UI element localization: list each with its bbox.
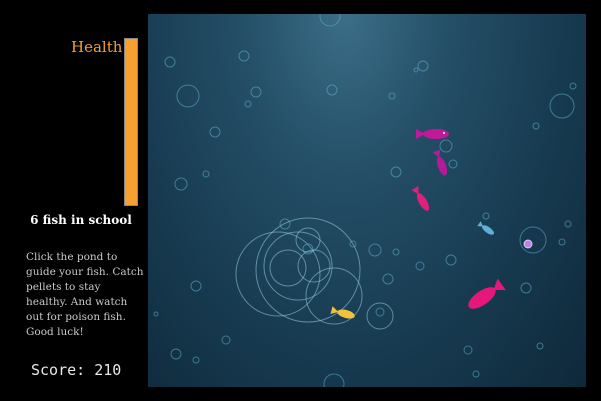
pond-scene <box>153 14 577 387</box>
health-meter <box>124 38 138 206</box>
fish-blue <box>477 221 494 235</box>
fish-magenta-2 <box>432 149 448 176</box>
pond-canvas[interactable] <box>148 14 586 387</box>
pellet <box>523 239 533 249</box>
score-display: Score: 210 <box>31 361 122 379</box>
instructions-text: Click the pond to guide your fish. Catch… <box>26 251 144 338</box>
sidebar: Health 6 fish in school Click the pond t… <box>14 14 148 387</box>
school-fish <box>330 129 506 319</box>
school-count: 6 fish in school <box>30 213 132 227</box>
health-meter-fill <box>125 39 137 205</box>
fish-pink-1 <box>411 186 430 211</box>
ripples <box>235 217 394 330</box>
health-label: Health <box>71 38 123 56</box>
bubbles <box>153 14 577 387</box>
fish-magenta-1 <box>416 129 449 139</box>
game-frame: Health 6 fish in school Click the pond t… <box>14 14 586 387</box>
fish-pink-2 <box>468 278 506 309</box>
